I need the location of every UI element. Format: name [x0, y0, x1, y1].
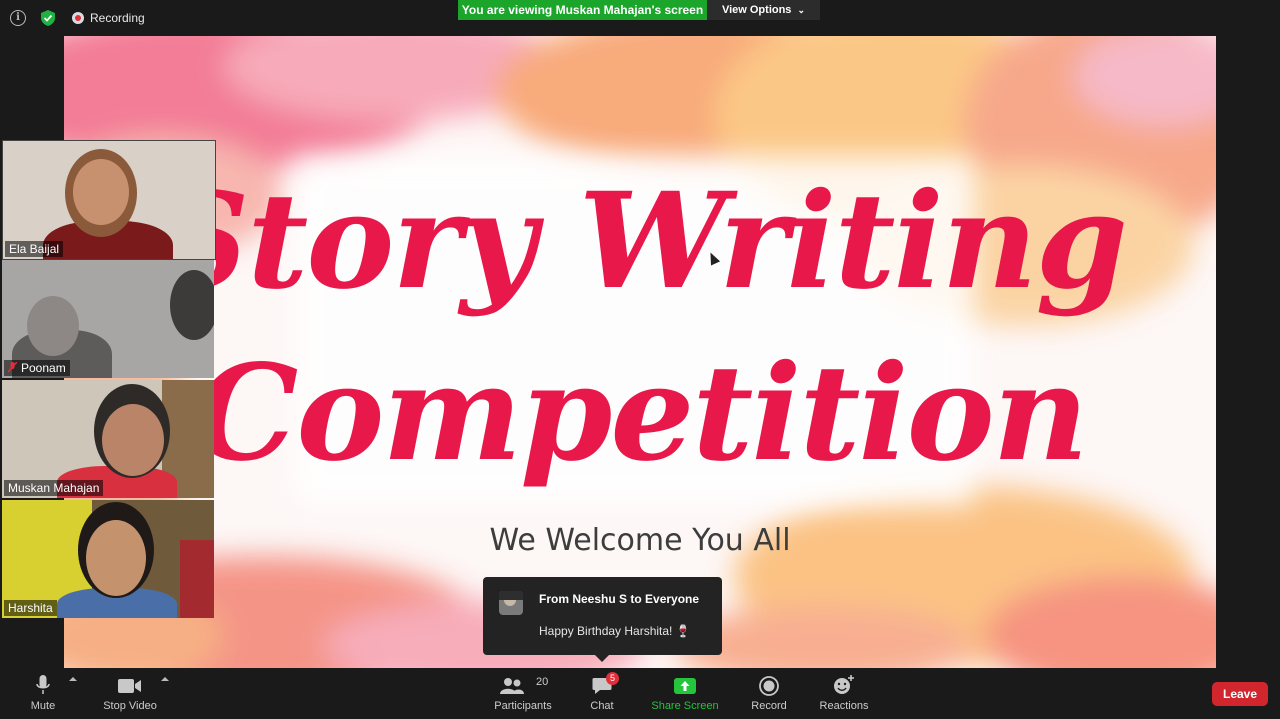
slide-title-line1: Story Writing: [154, 164, 1128, 319]
chat-unread-badge: 5: [606, 672, 619, 685]
chat-sender: From Neeshu S to Everyone: [539, 592, 700, 606]
participants-label: Participants: [494, 700, 552, 712]
stop-video-label: Stop Video: [103, 700, 157, 712]
participant-video-tile[interactable]: Muskan Mahajan: [2, 380, 214, 498]
background-curtain: [180, 540, 214, 618]
mute-button[interactable]: Mute: [18, 668, 68, 719]
slide-welcome-text: We Welcome You All: [489, 523, 791, 558]
reactions-button[interactable]: Reactions: [814, 668, 874, 719]
participant-name: Poonam: [21, 361, 66, 375]
participant-face: [170, 270, 214, 340]
participant-face-detail: [102, 404, 164, 476]
slide-title-line2: Competition: [193, 336, 1088, 491]
participant-name-tag: Poonam: [4, 360, 70, 376]
video-options-caret-icon[interactable]: [161, 677, 169, 681]
participant-face-detail: [86, 520, 146, 596]
smiley-plus-icon: [834, 675, 854, 694]
participant-name: Ela Baijal: [5, 241, 64, 257]
video-camera-icon: [118, 679, 141, 693]
chat-notification[interactable]: From Neeshu S to Everyone Happy Birthday…: [483, 577, 722, 662]
viewing-screen-banner: You are viewing Muskan Mahajan's screen: [458, 0, 707, 20]
participants-count: 20: [536, 676, 549, 688]
chat-button[interactable]: 5 Chat: [580, 668, 624, 719]
view-options-button[interactable]: View Options ⌄: [707, 0, 820, 20]
meeting-toolbar: Mute Stop Video 20 Participants 5 Chat S…: [0, 668, 1280, 719]
audio-options-caret-icon[interactable]: [69, 677, 77, 681]
chat-message: Happy Birthday Harshita! 🍷: [539, 624, 691, 638]
participant-video-tile[interactable]: Poonam: [2, 260, 214, 378]
participants-icon: [499, 678, 524, 694]
record-icon: [759, 676, 779, 696]
mic-muted-icon: [8, 362, 17, 373]
chat-label: Chat: [590, 700, 614, 712]
microphone-icon: [36, 675, 50, 694]
shared-screen: Story Writing Competition We Welcome You…: [64, 36, 1216, 668]
recording-icon: [72, 12, 84, 24]
record-button[interactable]: Record: [744, 668, 794, 719]
recording-label: Recording: [90, 11, 145, 25]
leave-button[interactable]: Leave: [1212, 682, 1268, 706]
reactions-label: Reactions: [819, 700, 869, 712]
avatar: [499, 591, 523, 615]
view-options-label: View Options: [721, 4, 792, 16]
participant-video-tile[interactable]: Ela Baijal: [2, 140, 216, 260]
share-screen-label: Share Screen: [651, 700, 719, 712]
info-icon[interactable]: i: [10, 10, 26, 26]
participant-video-tile[interactable]: Harshita: [2, 500, 214, 618]
meeting-top-bar: i Recording You are viewing Muskan Mahaj…: [0, 0, 1280, 36]
participant-face-detail: [73, 159, 129, 225]
stop-video-button[interactable]: Stop Video: [96, 668, 164, 719]
mute-label: Mute: [30, 700, 56, 712]
participant-name: Harshita: [4, 600, 57, 616]
participant-name: Muskan Mahajan: [4, 480, 104, 496]
participants-button[interactable]: 20 Participants: [488, 668, 558, 719]
chevron-down-icon: ⌄: [797, 5, 806, 15]
share-screen-button[interactable]: Share Screen: [648, 668, 722, 719]
share-screen-icon: [674, 678, 696, 694]
record-label: Record: [751, 700, 787, 712]
shield-icon[interactable]: [40, 9, 56, 27]
participant-face: [27, 296, 79, 356]
